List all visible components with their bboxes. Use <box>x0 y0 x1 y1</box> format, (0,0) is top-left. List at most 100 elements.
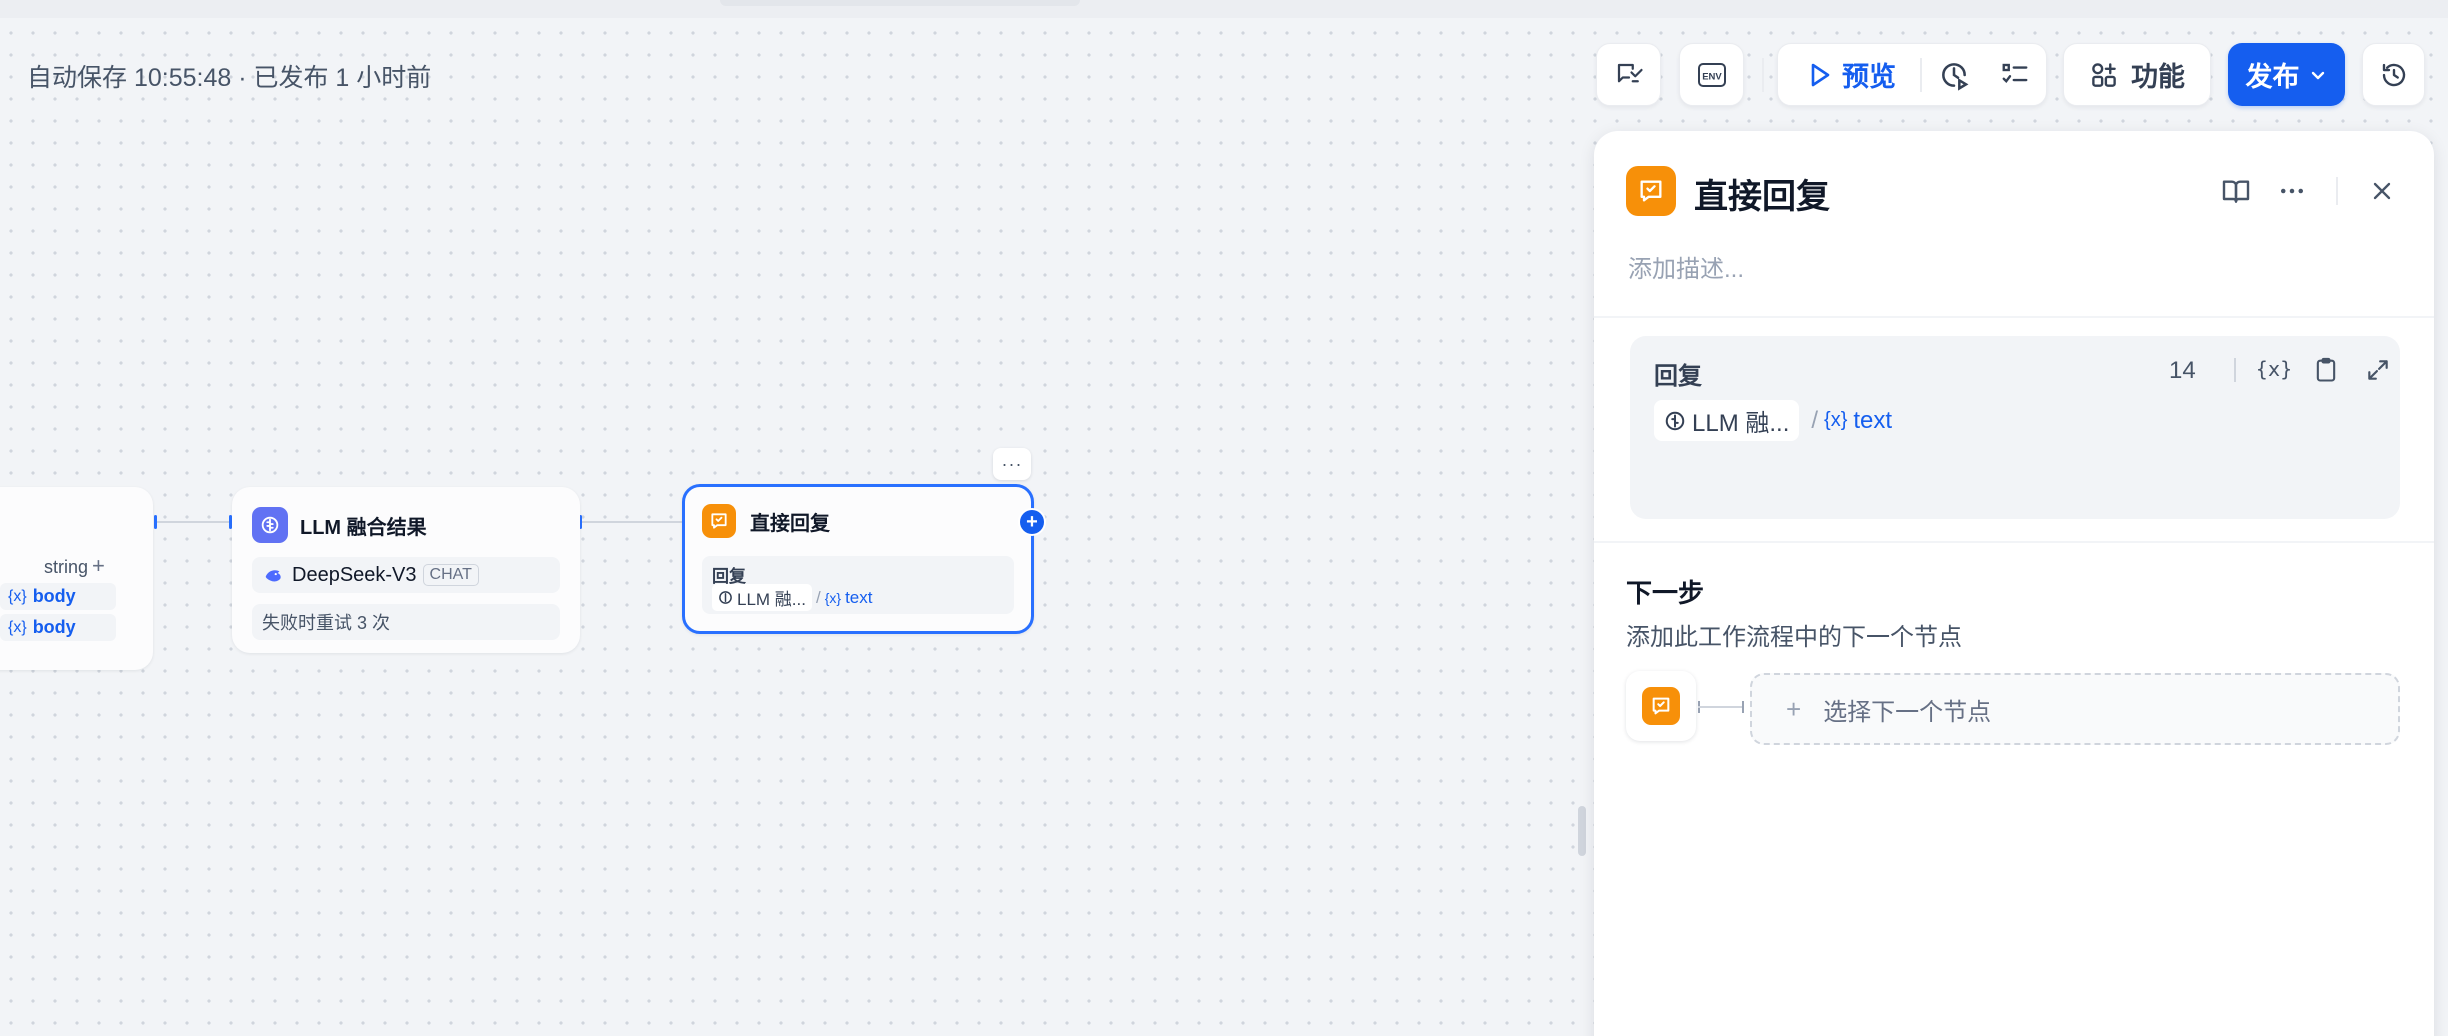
next-step-subtitle: 添加此工作流程中的下一个节点 <box>1626 624 1962 651</box>
reply-tools: {x} <box>2234 350 2410 390</box>
add-next-node-handle[interactable]: + <box>1020 510 1044 534</box>
llm-model-selector[interactable]: DeepSeek-V3 CHAT <box>252 557 560 593</box>
publish-label: 发布 <box>2245 62 2300 92</box>
ref-node-chip: LLM 融... <box>712 584 812 611</box>
checklist-icon <box>2002 63 2028 83</box>
ref-separator: / <box>1811 406 1819 434</box>
top-tab-handle <box>720 0 1080 6</box>
select-next-node-label: 选择下一个节点 <box>1823 698 1992 726</box>
variable-icon: {x} <box>824 589 842 606</box>
variable-icon: {x} <box>2258 357 2290 381</box>
connector-tick <box>1742 701 1744 713</box>
publish-button[interactable]: 发布 <box>2228 43 2345 106</box>
svg-text:{x}: {x} <box>2258 357 2290 381</box>
toolbar-separator <box>1762 58 1764 92</box>
llm-brain-icon <box>252 507 288 543</box>
start-var-label: body <box>32 586 76 606</box>
ref-separator: / <box>815 587 821 607</box>
variable-icon: {x} <box>8 618 27 636</box>
llm-node[interactable]: LLM 融合结果 DeepSeek-V3 CHAT 失败时重试 3 次 <box>232 487 580 653</box>
more-horizontal-icon <box>2281 188 2303 194</box>
current-node-icon <box>1626 671 1696 741</box>
clipboard-icon <box>2316 357 2336 382</box>
panel-action-separator <box>2336 177 2338 205</box>
reply-label: 回复 <box>1654 363 1702 390</box>
book-open-icon <box>2222 180 2250 203</box>
ref-var-chip: {x} text <box>1824 407 1892 435</box>
copy-button[interactable] <box>2306 350 2346 390</box>
panel-divider <box>1594 541 2434 543</box>
deepseek-whale-icon <box>265 570 281 582</box>
preview-button[interactable]: 预览 <box>1778 44 1920 105</box>
description-input[interactable] <box>1626 250 2390 290</box>
llm-retry-info: 失败时重试 3 次 <box>252 604 560 640</box>
grid-add-icon <box>2092 62 2116 87</box>
reply-chat-icon <box>1626 166 1676 216</box>
node-config-panel: 直接回复 回复 14 {x} <box>1594 131 2434 1036</box>
start-var-item: {x} body <box>0 583 116 610</box>
reply-chat-icon <box>1642 687 1680 725</box>
start-output-port[interactable] <box>154 515 157 529</box>
autosave-status: 自动保存 10:55:48 · 已发布 1 小时前 <box>27 64 432 92</box>
preview-group: 预览 <box>1777 43 2047 106</box>
run-history-button[interactable] <box>1922 44 1986 105</box>
plus-icon: + <box>1786 693 1802 724</box>
model-mode-badge: CHAT <box>422 564 479 586</box>
variable-icon: {x} <box>8 587 27 605</box>
features-button[interactable]: 功能 <box>2063 43 2211 106</box>
answer-var-ref: LLM 融... / {x} text <box>712 584 872 611</box>
answer-node[interactable]: 直接回复 回复 LLM 融... / {x} text <box>682 484 1034 634</box>
reply-editor[interactable]: 回复 14 {x} LLM 融... / {x}text <box>1630 336 2400 519</box>
env-icon: ENV <box>1697 62 1726 87</box>
reply-char-count: 14 <box>2169 357 2196 384</box>
ref-var-name: text <box>845 587 873 607</box>
docs-button[interactable] <box>2216 171 2256 211</box>
close-icon <box>2373 182 2391 200</box>
answer-node-header: 直接回复 <box>702 504 830 538</box>
history-icon <box>2382 63 2405 86</box>
variable-icon: {x} <box>1824 409 1848 431</box>
preview-label: 预览 <box>1842 62 1896 92</box>
top-strip <box>0 0 2448 18</box>
clock-play-icon <box>1942 62 1969 91</box>
insert-variable-button[interactable]: {x} <box>2254 350 2294 390</box>
panel-actions <box>2200 171 2402 211</box>
expand-icon <box>2368 360 2388 380</box>
chat-check-icon <box>1617 63 1643 82</box>
ref-var-name: text <box>1853 406 1893 434</box>
reply-var-ref: LLM 融... / {x} text <box>1654 400 1892 441</box>
chevron-down-icon <box>2311 71 2324 79</box>
play-icon <box>1811 63 1830 86</box>
ref-node-chip: LLM 融... <box>1654 400 1800 441</box>
edge-start-llm <box>155 521 232 523</box>
llm-node-title: LLM 融合结果 <box>300 516 427 539</box>
answer-node-body: 回复 LLM 融... / {x} text <box>702 556 1014 614</box>
more-options-button[interactable] <box>2272 171 2312 211</box>
version-history-button[interactable] <box>2362 43 2425 106</box>
select-next-node-button[interactable]: + 选择下一个节点 <box>1750 673 2400 745</box>
add-var-button[interactable]: + <box>92 553 105 579</box>
start-var-label: body <box>32 617 76 637</box>
llm-small-icon <box>1665 411 1685 430</box>
panel-title: 直接回复 <box>1694 178 1830 216</box>
close-panel-button[interactable] <box>2362 171 2402 211</box>
svg-text:ENV: ENV <box>1702 71 1722 82</box>
ref-node-name: LLM 融... <box>737 590 806 609</box>
var-type-label: string <box>44 557 89 577</box>
llm-node-header: LLM 融合结果 <box>252 507 427 543</box>
start-var-item: {x} body <box>0 614 116 641</box>
node-more-button[interactable]: ··· <box>993 448 1031 480</box>
checklist-chat-button[interactable] <box>1596 43 1661 106</box>
expand-button[interactable] <box>2358 350 2398 390</box>
checklist-button[interactable] <box>1986 44 2044 105</box>
env-button[interactable]: ENV <box>1679 43 1744 106</box>
edge-llm-answer <box>580 521 682 523</box>
ref-node-name: LLM 融... <box>1692 410 1790 437</box>
next-step-title: 下一步 <box>1626 578 1705 608</box>
llm-model-name: DeepSeek-V3 <box>292 563 417 586</box>
ref-var-chip: {x} text <box>825 588 873 608</box>
reply-tools-separator <box>2234 358 2236 382</box>
start-node[interactable]: string + {x} body {x} body <box>0 487 153 670</box>
llm-small-icon <box>719 591 732 604</box>
panel-resize-handle[interactable] <box>1578 806 1586 856</box>
